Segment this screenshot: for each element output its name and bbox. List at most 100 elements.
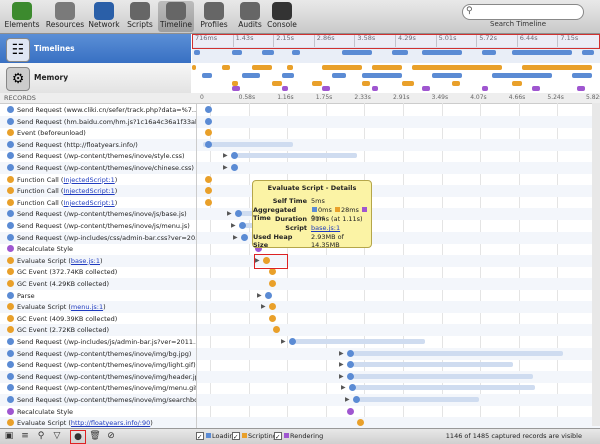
record-row[interactable]: Send Request (/wp-content/themes/inove/i… xyxy=(0,347,600,360)
tab-elements[interactable]: Elements xyxy=(4,1,40,32)
record-source-link[interactable]: menu.js:1 xyxy=(71,303,103,311)
record-marker[interactable] xyxy=(353,396,360,403)
record-row[interactable]: GC Event (2.72KB collected) xyxy=(0,324,600,337)
tab-console[interactable]: Console xyxy=(264,1,300,32)
clear-icon[interactable]: 🗑 xyxy=(88,430,102,442)
script-link[interactable]: base.js:1 xyxy=(311,224,340,232)
expand-arrow-icon[interactable]: ▶ xyxy=(227,210,232,217)
tab-timeline[interactable]: Timeline xyxy=(158,1,194,32)
record-marker[interactable] xyxy=(269,280,276,287)
record-row[interactable]: GC Event (409.39KB collected) xyxy=(0,312,600,325)
record-marker[interactable] xyxy=(205,175,212,183)
overview-window-selection[interactable] xyxy=(192,34,600,49)
record-row[interactable]: Send Request (/wp-includes/js/admin-bar.… xyxy=(0,336,600,348)
expand-arrow-icon[interactable]: ▶ xyxy=(231,222,236,229)
expand-arrow-icon[interactable]: ▶ xyxy=(223,152,228,159)
record-text: Function Call ( xyxy=(17,187,64,196)
tab-network[interactable]: Network xyxy=(86,1,122,32)
record-marker[interactable] xyxy=(205,198,212,206)
record-button[interactable]: ● xyxy=(70,430,86,444)
record-marker[interactable] xyxy=(347,407,354,415)
record-marker[interactable] xyxy=(231,164,238,171)
record-marker[interactable] xyxy=(289,338,296,345)
record-row[interactable]: Send Request (/wp-content/themes/inove/c… xyxy=(0,162,600,174)
record-marker[interactable] xyxy=(347,349,354,357)
record-row[interactable]: Send Request (/wp-content/themes/inove/i… xyxy=(0,394,600,406)
expand-arrow-icon[interactable]: ▶ xyxy=(233,234,238,241)
record-row[interactable]: Send Request (http://floatyears.info/) xyxy=(0,138,600,151)
record-source-link[interactable]: InjectedScript:1 xyxy=(63,187,114,195)
record-text: Send Request (/wp-content/themes/inove/i… xyxy=(17,349,192,358)
record-marker[interactable] xyxy=(205,117,212,125)
record-row[interactable]: Evaluate Script (menu.js:1) ▶ xyxy=(0,301,600,314)
record-text: Evaluate Script ( xyxy=(17,303,71,312)
expand-arrow-icon[interactable]: ▶ xyxy=(281,338,286,345)
record-marker[interactable] xyxy=(205,140,212,148)
garbage-collect-icon[interactable]: ⊘ xyxy=(104,430,118,442)
network-icon xyxy=(94,2,114,20)
overview-bar xyxy=(252,65,272,70)
expand-arrow-icon[interactable]: ▶ xyxy=(345,396,350,403)
script-key: Script xyxy=(285,224,307,232)
record-marker[interactable] xyxy=(273,326,280,334)
record-marker[interactable] xyxy=(205,187,212,195)
record-duration-bar xyxy=(353,350,563,356)
record-marker[interactable] xyxy=(269,303,276,311)
expand-arrow-icon[interactable]: ▶ xyxy=(223,164,228,171)
record-marker[interactable] xyxy=(241,233,248,241)
record-row[interactable]: Send Request (www.cliki.cn/sefer/track.p… xyxy=(0,104,600,116)
filter-icon[interactable]: ▽ xyxy=(50,430,64,442)
overview-timelines[interactable]: ☷ Timelines xyxy=(0,34,191,64)
record-marker[interactable] xyxy=(357,419,364,427)
record-source-link[interactable]: base.js:1 xyxy=(71,257,100,265)
loading-checkbox[interactable]: ✓ xyxy=(196,432,204,441)
tab-scripts[interactable]: Scripts xyxy=(122,1,158,32)
record-marker[interactable] xyxy=(269,314,276,322)
record-row[interactable]: Send Request (/wp-content/themes/inove/i… xyxy=(0,359,600,372)
record-row[interactable]: Recalculate Style xyxy=(0,405,600,418)
record-source-link[interactable]: http://floatyears.info/:90 xyxy=(71,419,150,427)
overview-bar xyxy=(452,81,460,86)
record-row[interactable]: GC Event (372.74KB collected) xyxy=(0,266,600,279)
search-button-icon[interactable]: ⚲ xyxy=(34,430,48,442)
expand-arrow-icon[interactable]: ▶ xyxy=(339,350,344,357)
expand-arrow-icon[interactable]: ▶ xyxy=(339,373,344,380)
rendering-checkbox[interactable]: ✓ xyxy=(274,432,282,441)
record-marker[interactable] xyxy=(349,384,356,392)
rendering-filter[interactable]: ✓ Rendering xyxy=(274,432,323,441)
record-row[interactable]: Evaluate Script (base.js:1) ▶ xyxy=(0,254,600,267)
record-row[interactable]: Send Request (/wp-content/themes/inove/s… xyxy=(0,150,600,163)
record-marker[interactable] xyxy=(265,291,272,299)
expand-arrow-icon[interactable]: ▶ xyxy=(341,384,346,391)
vertical-scrollbar[interactable] xyxy=(592,103,600,426)
record-row[interactable]: GC Event (4.29KB collected) xyxy=(0,278,600,290)
console-toggle-icon[interactable]: ≡ xyxy=(18,430,32,442)
record-source-link[interactable]: InjectedScript:1 xyxy=(63,199,114,207)
expand-arrow-icon[interactable]: ▶ xyxy=(257,292,262,299)
search-input[interactable]: ⚲ xyxy=(462,4,584,20)
overview-memory[interactable]: ⚙ Memory xyxy=(0,63,191,94)
record-marker[interactable] xyxy=(205,129,212,137)
record-marker[interactable] xyxy=(205,106,212,113)
record-row[interactable]: Parse ▶ xyxy=(0,289,600,302)
record-row[interactable]: Send Request (hm.baidu.com/hm.js?1c16a4c… xyxy=(0,115,600,128)
record-marker[interactable] xyxy=(347,361,354,369)
record-row[interactable]: Send Request (/wp-content/themes/inove/i… xyxy=(0,370,600,383)
scripting-checkbox[interactable]: ✓ xyxy=(232,432,240,441)
record-marker[interactable] xyxy=(235,210,242,218)
dock-icon[interactable]: ▣ xyxy=(2,430,16,442)
expand-arrow-icon[interactable]: ▶ xyxy=(339,361,344,368)
record-marker[interactable] xyxy=(347,372,354,380)
record-row[interactable]: Event (beforeunload) xyxy=(0,127,600,140)
scripting-filter[interactable]: ✓ Scripting xyxy=(232,432,277,441)
overview-bar xyxy=(232,81,238,86)
record-marker[interactable] xyxy=(269,268,276,276)
record-row[interactable]: Send Request (/wp-content/themes/inove/i… xyxy=(0,382,600,395)
tab-resources[interactable]: Resources xyxy=(44,1,86,32)
record-marker[interactable] xyxy=(239,222,246,229)
tab-audits[interactable]: Audits xyxy=(232,1,268,32)
expand-arrow-icon[interactable]: ▶ xyxy=(261,303,266,310)
record-source-link[interactable]: InjectedScript:1 xyxy=(63,176,114,184)
record-marker[interactable] xyxy=(231,152,238,160)
tab-profiles[interactable]: Profiles xyxy=(196,1,232,32)
